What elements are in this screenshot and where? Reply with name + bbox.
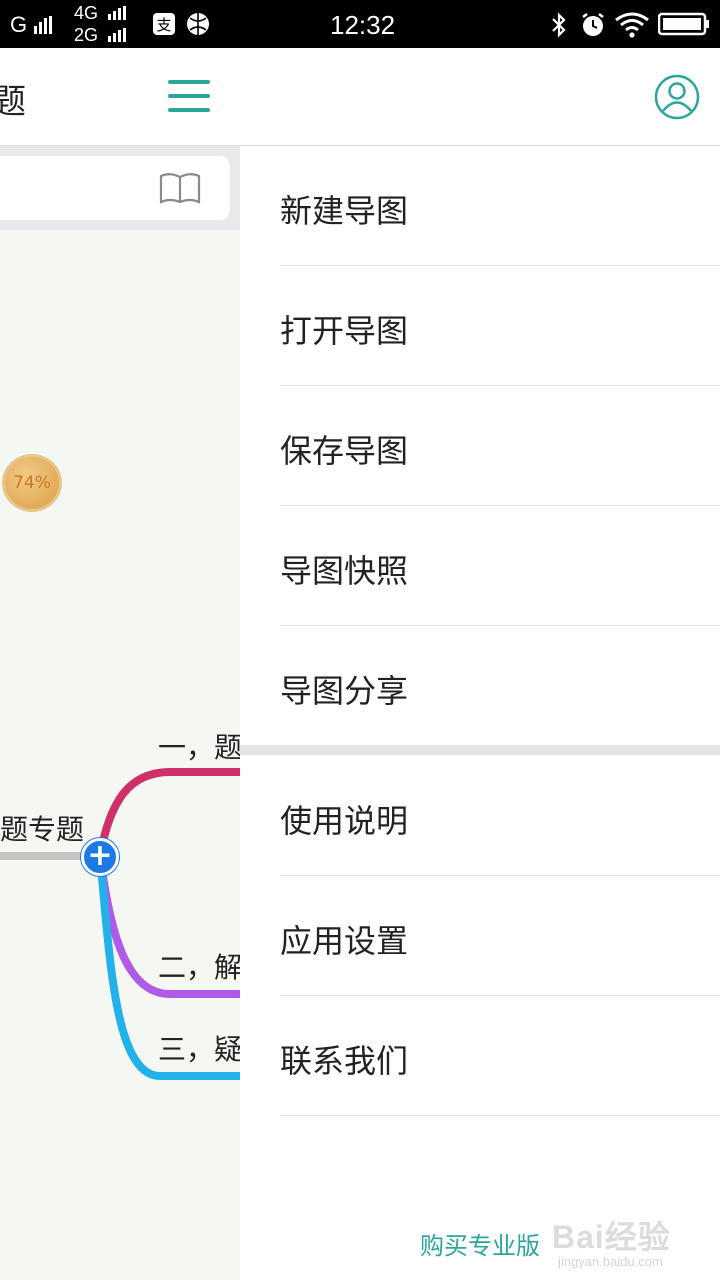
- menu-item-new-map[interactable]: 新建导图: [280, 146, 720, 266]
- alarm-icon: [582, 13, 604, 36]
- buy-pro-link[interactable]: 购买专业版: [420, 1226, 540, 1261]
- menu-item-settings[interactable]: 应用设置: [280, 876, 720, 996]
- branch-1-line: [96, 768, 240, 857]
- mind-map-canvas: [0, 768, 240, 1080]
- menu-item-label: 联系我们: [280, 1042, 409, 1080]
- side-drawer: 新建导图 打开导图 保存导图 导图快照 导图分享 使用说明 应用设置 联系我们 …: [240, 146, 720, 1280]
- branch-node-label[interactable]: 一，题: [158, 726, 242, 766]
- user-avatar-icon[interactable]: [654, 74, 700, 120]
- battery-icon: [658, 12, 709, 36]
- wifi-icon: [615, 12, 649, 38]
- menu-item-instructions[interactable]: 使用说明: [280, 756, 720, 876]
- root-node-label[interactable]: 题专题: [0, 808, 84, 848]
- menu-item-label: 导图快照: [280, 552, 409, 590]
- menu-item-save-map[interactable]: 保存导图: [280, 386, 720, 506]
- watermark-url: jingyan.baidu.com: [558, 1254, 663, 1269]
- menu-item-label: 打开导图: [280, 312, 409, 350]
- menu-item-label: 应用设置: [280, 922, 409, 960]
- menu-item-map-snapshot[interactable]: 导图快照: [280, 506, 720, 626]
- branch-node-label[interactable]: 二，解: [158, 946, 242, 986]
- drawer-divider: [240, 745, 720, 755]
- menu-item-label: 导图分享: [280, 672, 409, 710]
- menu-item-map-share[interactable]: 导图分享: [280, 626, 720, 746]
- menu-item-label: 使用说明: [280, 802, 409, 840]
- bluetooth-icon: [552, 12, 566, 38]
- watermark-main: Bai经验: [552, 1219, 671, 1255]
- progress-bubble: 74%: [2, 454, 62, 512]
- clock: 12:32: [330, 10, 396, 40]
- baidu-watermark: Bai经验 jingyan.baidu.com: [552, 1212, 712, 1276]
- menu-item-label: 新建导图: [280, 192, 409, 230]
- branch-node-label[interactable]: 三，疑: [158, 1028, 242, 1068]
- add-node-button[interactable]: +: [81, 838, 119, 876]
- menu-item-contact[interactable]: 联系我们: [280, 996, 720, 1116]
- menu-item-open-map[interactable]: 打开导图: [280, 266, 720, 386]
- menu-item-label: 保存导图: [280, 432, 409, 470]
